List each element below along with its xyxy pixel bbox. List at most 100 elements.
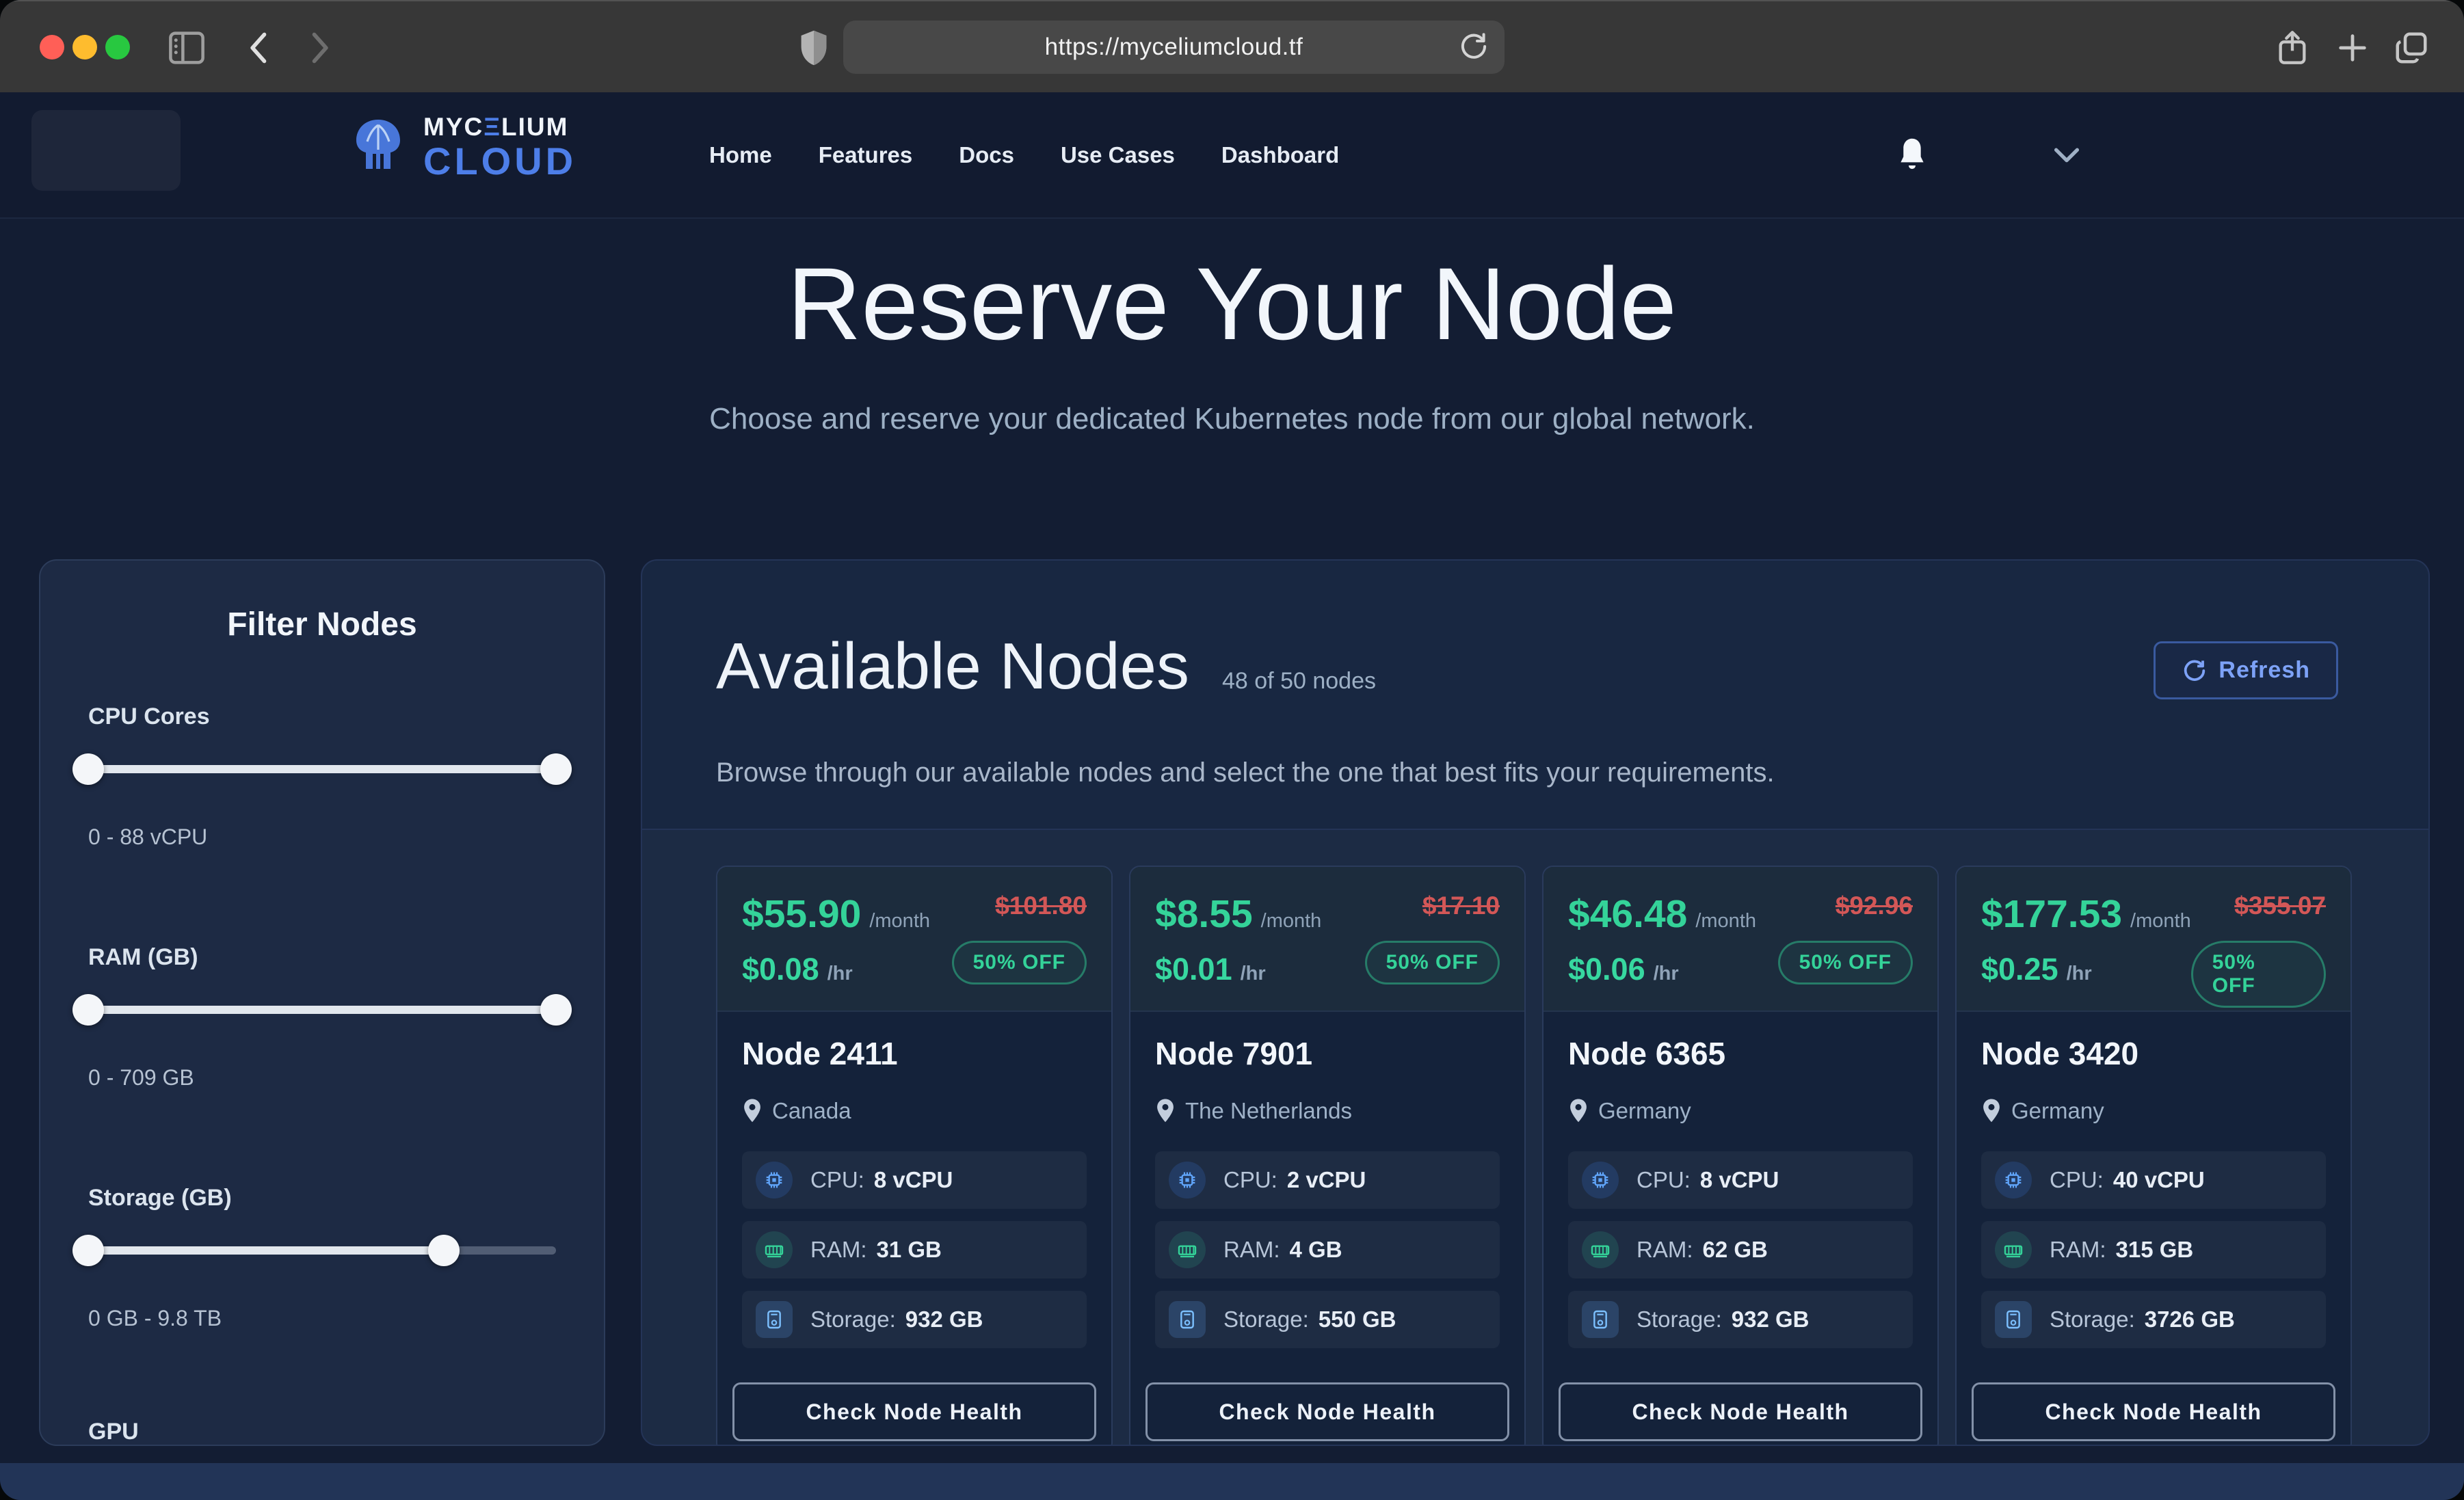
address-bar[interactable]: https://myceliumcloud.tf	[843, 21, 1505, 74]
storage-label: Storage:	[2050, 1307, 2135, 1332]
storage-label: Storage (GB)	[88, 1185, 556, 1211]
cpu-range-text: 0 - 88 vCPU	[88, 825, 556, 850]
cpu-cores-slider[interactable]	[88, 753, 556, 785]
reload-icon[interactable]	[1458, 29, 1489, 68]
per-month: /month	[1695, 910, 1756, 933]
tab-overview-icon[interactable]	[2391, 27, 2432, 68]
storage-label: Storage:	[1637, 1307, 1722, 1332]
cpu-value: 40 vCPU	[2113, 1167, 2205, 1192]
price-hour: $0.25	[1981, 952, 2058, 987]
storage-spec-row: Storage:550 GB	[1155, 1291, 1500, 1348]
node-name: Node 2411	[742, 1035, 1087, 1072]
brand-logo[interactable]: MYCΞLIUM CLOUD	[345, 114, 577, 180]
forward-icon[interactable]	[298, 27, 339, 68]
ram-icon	[756, 1231, 793, 1268]
storage-value: 3726 GB	[2145, 1307, 2235, 1332]
ram-label: RAM:	[1223, 1237, 1280, 1262]
storage-icon	[1582, 1301, 1619, 1338]
close-window-button[interactable]	[40, 35, 64, 59]
gpu-checkbox[interactable]	[88, 1445, 128, 1446]
discount-badge: 50% OFF	[1365, 941, 1500, 985]
per-month: /month	[2130, 910, 2191, 933]
slider-handle-low[interactable]	[72, 753, 104, 785]
storage-icon	[1995, 1301, 2032, 1338]
nav-link-features[interactable]: Features	[819, 142, 913, 168]
cpu-spec-row: CPU:2 vCPU	[1155, 1151, 1500, 1209]
storage-slider[interactable]	[88, 1235, 556, 1266]
check-node-health-button[interactable]: Check Node Health	[1145, 1382, 1509, 1441]
cpu-icon	[756, 1162, 793, 1198]
per-hour: /hr	[1654, 963, 1679, 985]
cpu-value: 8 vCPU	[874, 1167, 953, 1192]
per-month: /month	[1261, 910, 1322, 933]
page-bottom-strip	[0, 1463, 2464, 1500]
nodes-count-badge: 48 of 50 nodes	[1222, 668, 1376, 695]
sidebar-toggle-icon[interactable]	[166, 27, 207, 68]
cpu-spec-row: CPU:8 vCPU	[742, 1151, 1087, 1209]
nav-link-dashboard[interactable]: Dashboard	[1221, 142, 1339, 168]
filter-group-gpu: GPU	[88, 1419, 556, 1446]
slider-handle-low[interactable]	[72, 994, 104, 1026]
check-node-health-button[interactable]: Check Node Health	[1559, 1382, 1922, 1441]
chevron-down-icon[interactable]	[2052, 146, 2082, 170]
page-title: Reserve Your Node	[0, 245, 2464, 363]
filter-group-cpu: CPU Cores 0 - 88 vCPU	[88, 704, 556, 850]
slider-handle-low[interactable]	[72, 1235, 104, 1266]
slider-fill	[88, 765, 556, 773]
check-node-health-button[interactable]: Check Node Health	[732, 1382, 1096, 1441]
page-subtitle: Choose and reserve your dedicated Kubern…	[0, 402, 2464, 436]
shield-icon[interactable]	[793, 27, 834, 68]
cpu-label: CPU:	[2050, 1167, 2104, 1192]
cpu-spec-row: CPU:8 vCPU	[1568, 1151, 1913, 1209]
refresh-icon	[2182, 658, 2208, 684]
nav-link-docs[interactable]: Docs	[959, 142, 1014, 168]
browser-window: https://myceliumcloud.tf MYCΞL	[0, 0, 2464, 1500]
slider-handle-high[interactable]	[428, 1235, 460, 1266]
ram-value: 31 GB	[877, 1237, 942, 1262]
per-hour: /hr	[1241, 963, 1266, 985]
node-name: Node 7901	[1155, 1035, 1500, 1072]
ram-value: 315 GB	[2116, 1237, 2194, 1262]
bell-icon[interactable]	[1893, 135, 1931, 179]
share-icon[interactable]	[2272, 27, 2313, 68]
slider-handle-high[interactable]	[540, 753, 572, 785]
slider-handle-high[interactable]	[540, 994, 572, 1026]
zoom-window-button[interactable]	[105, 35, 130, 59]
discount-badge: 50% OFF	[2191, 941, 2326, 1008]
old-price: $101.80	[995, 892, 1087, 920]
card-pricing-header: $46.48/month $0.06/hr $92.96 50% OFF	[1544, 867, 1937, 1012]
ram-slider[interactable]	[88, 994, 556, 1026]
filter-panel-title: Filter Nodes	[88, 606, 556, 643]
node-name: Node 3420	[1981, 1035, 2326, 1072]
ram-label: RAM (GB)	[88, 944, 556, 971]
storage-value: 932 GB	[1732, 1307, 1810, 1332]
old-price: $17.10	[1422, 892, 1500, 920]
node-cards-row: $55.90/month $0.08/hr $101.80 50% OFF No…	[642, 829, 2428, 1445]
ram-icon	[1582, 1231, 1619, 1268]
node-location: Germany	[2011, 1098, 2104, 1124]
minimize-window-button[interactable]	[72, 35, 97, 59]
brand-logo-icon	[345, 114, 411, 180]
available-nodes-panel: Available Nodes 48 of 50 nodes Refresh B…	[641, 559, 2430, 1446]
new-tab-icon[interactable]	[2332, 27, 2373, 68]
per-month: /month	[869, 910, 930, 933]
ram-label: RAM:	[1637, 1237, 1693, 1262]
ram-icon	[1169, 1231, 1206, 1268]
location-pin-icon	[1981, 1098, 2002, 1124]
location-pin-icon	[1155, 1098, 1176, 1124]
refresh-label: Refresh	[2218, 657, 2310, 684]
navbar-placeholder	[31, 110, 181, 191]
ram-label: RAM:	[810, 1237, 867, 1262]
location-pin-icon	[1568, 1098, 1589, 1124]
ram-value: 62 GB	[1703, 1237, 1768, 1262]
nav-link-use-cases[interactable]: Use Cases	[1061, 142, 1175, 168]
nav-link-home[interactable]: Home	[709, 142, 772, 168]
url-text: https://myceliumcloud.tf	[1045, 34, 1303, 61]
per-hour: /hr	[827, 963, 853, 985]
old-price: $355.07	[2234, 892, 2326, 920]
nodes-subtitle: Browse through our available nodes and s…	[716, 758, 1775, 788]
back-icon[interactable]	[239, 27, 280, 68]
card-pricing-header: $55.90/month $0.08/hr $101.80 50% OFF	[717, 867, 1111, 1012]
refresh-button[interactable]: Refresh	[2154, 641, 2338, 699]
check-node-health-button[interactable]: Check Node Health	[1972, 1382, 2335, 1441]
